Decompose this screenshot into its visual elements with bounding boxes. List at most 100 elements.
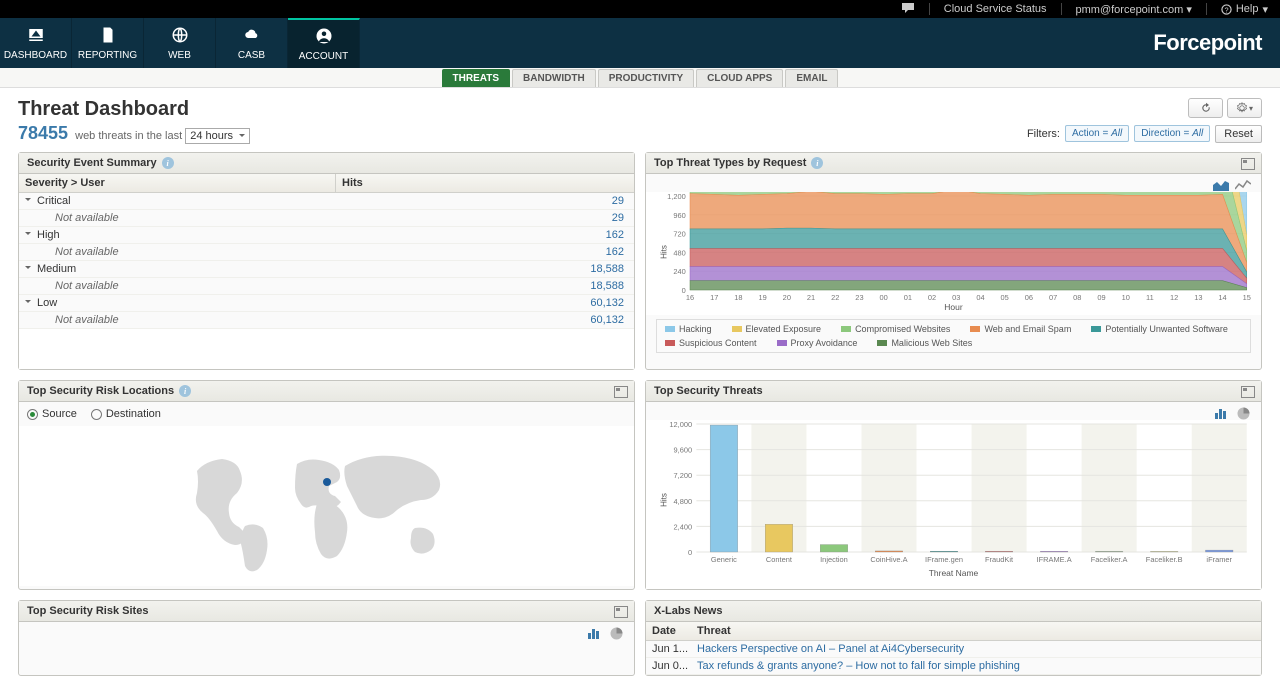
info-icon[interactable]: i [162, 157, 174, 169]
svg-text:05: 05 [1001, 293, 1009, 302]
hits-link[interactable]: 162 [336, 227, 634, 243]
panel-title: Top Security Risk Sites [27, 605, 148, 617]
maximize-icon[interactable] [614, 606, 628, 618]
time-range-dropdown[interactable]: 24 hours [185, 128, 250, 144]
table-row: Not available162 [19, 244, 634, 261]
panel-title: Top Security Risk Locations [27, 385, 174, 397]
hits-link[interactable]: 60,132 [336, 295, 634, 311]
info-icon[interactable]: i [179, 385, 191, 397]
subtab-productivity[interactable]: PRODUCTIVITY [598, 69, 694, 87]
info-icon[interactable]: i [811, 157, 823, 169]
settings-button[interactable]: ▾ [1227, 98, 1262, 118]
pie-chart-icon[interactable] [1235, 406, 1251, 420]
nav-reporting[interactable]: REPORTING [72, 18, 144, 68]
nav-casb[interactable]: CASB [216, 18, 288, 68]
subtab-bandwidth[interactable]: BANDWIDTH [512, 69, 596, 87]
brand-logo: Forcepoint [1153, 18, 1280, 68]
line-chart-icon[interactable] [1235, 178, 1251, 192]
bar-chart: 02,4004,8007,2009,60012,000GenericConten… [656, 420, 1251, 580]
cloud-status-link[interactable]: Cloud Service Status [944, 3, 1047, 15]
svg-text:Faceliker.B: Faceliker.B [1146, 555, 1183, 564]
svg-text:22: 22 [831, 293, 839, 302]
panel-title: Top Threat Types by Request [654, 157, 806, 169]
svg-text:Content: Content [766, 555, 792, 564]
bar-chart-icon[interactable] [586, 626, 602, 640]
area-chart-icon[interactable] [1213, 178, 1229, 192]
nav-web[interactable]: WEB [144, 18, 216, 68]
maximize-icon[interactable] [1241, 158, 1255, 170]
svg-text:IFrame.gen: IFrame.gen [925, 555, 963, 564]
panel-risk-locations: Top Security Risk Locations i Source Des… [18, 380, 635, 590]
hits-link[interactable]: 29 [336, 193, 634, 209]
col-hits: Hits [336, 174, 634, 192]
svg-text:Injection: Injection [820, 555, 848, 564]
svg-text:12,000: 12,000 [669, 420, 692, 429]
maximize-icon[interactable] [614, 386, 628, 398]
radio-source[interactable]: Source [27, 408, 77, 420]
hits-link[interactable]: 60,132 [336, 312, 634, 328]
panel-title: Top Security Threats [654, 385, 763, 397]
table-row: Medium18,588 [19, 261, 634, 278]
subtab-threats[interactable]: THREATS [442, 69, 510, 87]
main-nav: DASHBOARD REPORTING WEB CASB ACCOUNT For… [0, 18, 1280, 68]
dashboard-icon [27, 26, 45, 47]
reporting-icon [99, 26, 117, 47]
filter-action[interactable]: Action = All [1065, 125, 1129, 142]
threat-count-text: web threats in the last [75, 130, 182, 142]
svg-text:04: 04 [976, 293, 984, 302]
svg-text:Faceliker.A: Faceliker.A [1091, 555, 1128, 564]
filter-direction[interactable]: Direction = All [1134, 125, 1210, 142]
refresh-button[interactable] [1188, 98, 1223, 118]
panel-security-summary: Security Event Summary i Severity > User… [18, 152, 635, 370]
reset-button[interactable]: Reset [1215, 125, 1262, 143]
svg-text:00: 00 [880, 293, 888, 302]
svg-text:16: 16 [686, 293, 694, 302]
pie-chart-icon[interactable] [608, 626, 624, 640]
svg-text:Hits: Hits [659, 245, 668, 259]
hits-link[interactable]: 18,588 [336, 278, 634, 294]
panel-threat-types: Top Threat Types by Request i 0240480720… [645, 152, 1262, 370]
bar-chart-icon[interactable] [1213, 406, 1229, 420]
news-row: Jun 1...Hackers Perspective on AI – Pane… [646, 641, 1261, 658]
svg-text:CoinHive.A: CoinHive.A [870, 555, 907, 564]
news-link[interactable]: Hackers Perspective on AI – Panel at Ai4… [697, 643, 1255, 655]
svg-text:Hits: Hits [659, 493, 668, 507]
svg-text:Generic: Generic [711, 555, 737, 564]
svg-text:960: 960 [673, 211, 685, 220]
table-row: Critical29 [19, 193, 634, 210]
hits-link[interactable]: 29 [336, 210, 634, 226]
web-icon [171, 26, 189, 47]
svg-text:480: 480 [673, 249, 685, 258]
svg-text:18: 18 [734, 293, 742, 302]
nav-account[interactable]: ACCOUNT [288, 18, 360, 68]
svg-text:23: 23 [855, 293, 863, 302]
nav-dashboard[interactable]: DASHBOARD [0, 18, 72, 68]
filters-label: Filters: [1027, 128, 1060, 140]
sub-tabs: THREATS BANDWIDTH PRODUCTIVITY CLOUD APP… [0, 68, 1280, 88]
svg-text:12: 12 [1170, 293, 1178, 302]
user-menu[interactable]: pmm@forcepoint.com ▾ [1076, 3, 1192, 16]
help-menu[interactable]: ?Help ▾ [1221, 3, 1268, 16]
subtab-cloudapps[interactable]: CLOUD APPS [696, 69, 783, 87]
account-icon [315, 27, 333, 48]
table-row: High162 [19, 227, 634, 244]
svg-text:Threat Name: Threat Name [929, 569, 979, 578]
chat-icon[interactable] [901, 2, 915, 16]
world-map [177, 436, 477, 576]
panel-title: X-Labs News [654, 605, 722, 617]
subtab-email[interactable]: EMAIL [785, 69, 838, 87]
svg-text:03: 03 [952, 293, 960, 302]
news-link[interactable]: Tax refunds & grants anyone? – How not t… [697, 660, 1255, 672]
col-threat: Threat [691, 622, 1261, 640]
hits-link[interactable]: 162 [336, 244, 634, 260]
maximize-icon[interactable] [1241, 386, 1255, 398]
map-marker[interactable] [323, 478, 331, 486]
hits-link[interactable]: 18,588 [336, 261, 634, 277]
radio-destination[interactable]: Destination [91, 408, 161, 420]
legend: HackingElevated ExposureCompromised Webs… [656, 319, 1251, 353]
col-date: Date [646, 622, 691, 640]
svg-text:240: 240 [673, 267, 685, 276]
table-row: Not available18,588 [19, 278, 634, 295]
svg-text:01: 01 [904, 293, 912, 302]
svg-text:19: 19 [758, 293, 766, 302]
